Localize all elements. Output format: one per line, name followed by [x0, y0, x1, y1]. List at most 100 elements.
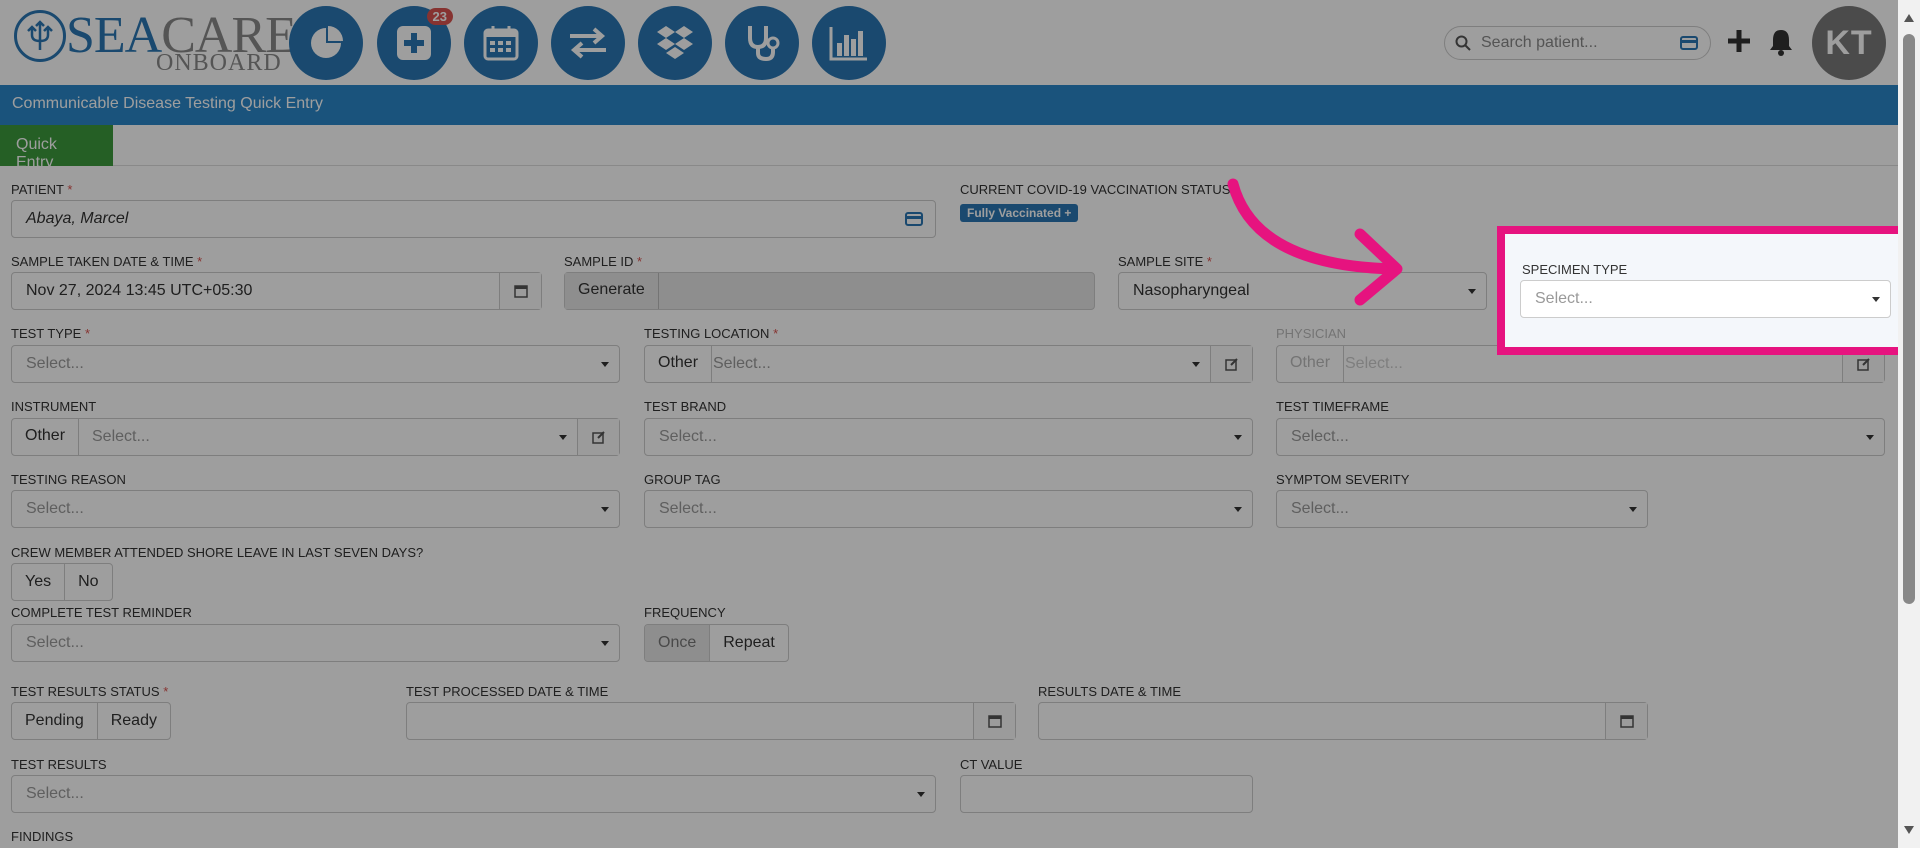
nav-add-button[interactable]: 23: [377, 6, 453, 80]
chevron-down-icon: [1468, 289, 1476, 294]
testing-reason-label: TESTING REASON: [11, 472, 126, 487]
plus-icon[interactable]: [1726, 28, 1752, 54]
test-results-label: TEST RESULTS: [11, 757, 107, 772]
symptom-severity-select[interactable]: Select...: [1276, 490, 1648, 528]
sample-datetime-input[interactable]: Nov 27, 2024 13:45 UTC+05:30: [11, 272, 542, 310]
select-placeholder: Select...: [26, 500, 84, 517]
processed-datetime-label: TEST PROCESSED DATE & TIME: [406, 684, 609, 699]
test-reminder-select[interactable]: Select...: [11, 624, 620, 662]
other-button[interactable]: Other: [645, 346, 713, 382]
calendar-icon: [483, 26, 519, 61]
card-icon[interactable]: [905, 212, 923, 226]
bell-icon[interactable]: [1768, 28, 1794, 56]
instrument-field[interactable]: Other Select...: [11, 418, 620, 456]
calendar-picker-button[interactable]: [1605, 703, 1647, 739]
repeat-button[interactable]: Repeat: [710, 625, 788, 661]
chevron-down-icon: [601, 641, 609, 646]
frequency-label: FREQUENCY: [644, 605, 726, 620]
generate-button[interactable]: Generate: [565, 273, 659, 309]
edit-button[interactable]: [1210, 346, 1252, 382]
once-button[interactable]: Once: [645, 625, 711, 661]
other-button[interactable]: Other: [12, 419, 80, 455]
patient-value: Abaya, Marcel: [26, 210, 129, 227]
testing-reason-select[interactable]: Select...: [11, 490, 620, 528]
sample-id-input[interactable]: Generate: [564, 272, 1095, 310]
calendar-icon: [987, 715, 1002, 728]
test-brand-select[interactable]: Select...: [644, 418, 1253, 456]
results-datetime-input[interactable]: [1038, 702, 1648, 740]
sample-site-label: SAMPLE SITE *: [1118, 254, 1212, 269]
no-button[interactable]: No: [65, 564, 111, 600]
test-results-select[interactable]: Select...: [11, 775, 936, 813]
test-type-select[interactable]: Select...: [11, 345, 620, 383]
exchange-icon: [570, 27, 606, 59]
patient-search-input[interactable]: Search patient...: [1444, 26, 1711, 60]
results-status-toggle: Pending Ready: [11, 702, 171, 740]
specimen-type-highlight: SPECIMEN TYPE Select...: [1497, 226, 1910, 355]
nav-reports-button[interactable]: [812, 6, 886, 80]
sample-id-label: SAMPLE ID *: [564, 254, 643, 269]
processed-datetime-input[interactable]: [406, 702, 1016, 740]
seacare-logo[interactable]: SEACARE ONBOARD: [14, 10, 297, 76]
ready-button[interactable]: Ready: [98, 703, 170, 739]
vaccination-status-badge[interactable]: Fully Vaccinated +: [960, 204, 1079, 222]
specimen-type-select[interactable]: Select...: [1520, 280, 1891, 318]
patient-field[interactable]: Abaya, Marcel: [11, 200, 936, 238]
chevron-down-icon: [1234, 435, 1242, 440]
select-placeholder: Select...: [1535, 290, 1593, 307]
user-avatar[interactable]: KT: [1812, 6, 1886, 80]
select-placeholder: Select...: [1291, 428, 1349, 445]
chevron-down-icon: [601, 362, 609, 367]
select-placeholder: Select...: [1291, 500, 1349, 517]
shore-leave-label: CREW MEMBER ATTENDED SHORE LEAVE IN LAST…: [11, 545, 424, 560]
edit-icon: [591, 431, 605, 444]
page-title: Communicable Disease Testing Quick Entry: [0, 85, 1898, 125]
scrollbar-thumb[interactable]: [1903, 34, 1915, 604]
yes-button[interactable]: Yes: [12, 564, 66, 600]
nav-dashboard-button[interactable]: [289, 6, 363, 80]
chevron-down-icon: [1192, 362, 1200, 367]
results-status-label: TEST RESULTS STATUS *: [11, 684, 169, 699]
pointer-arrow-icon: [1227, 178, 1403, 306]
dropbox-icon: [657, 26, 693, 59]
calendar-picker-button[interactable]: [973, 703, 1015, 739]
chevron-down-icon: [559, 435, 567, 440]
group-tag-select[interactable]: Select...: [644, 490, 1253, 528]
select-placeholder: Select...: [659, 500, 717, 517]
edit-button[interactable]: [577, 419, 619, 455]
scroll-up-icon[interactable]: [1904, 14, 1914, 22]
test-timeframe-label: TEST TIMEFRAME: [1276, 399, 1389, 414]
test-type-label: TEST TYPE *: [11, 326, 91, 341]
plus-square-icon: [397, 26, 431, 60]
scroll-down-icon[interactable]: [1904, 826, 1914, 834]
chevron-down-icon: [601, 507, 609, 512]
testing-location-field[interactable]: Other Select...: [644, 345, 1253, 383]
chevron-down-icon: [917, 792, 925, 797]
nav-transfer-button[interactable]: [551, 6, 625, 80]
nav-dropbox-button[interactable]: [638, 6, 712, 80]
nav-calendar-button[interactable]: [464, 6, 538, 80]
select-placeholder: Select...: [713, 355, 771, 372]
specimen-type-label: SPECIMEN TYPE: [1522, 262, 1628, 277]
group-tag-label: GROUP TAG: [644, 472, 721, 487]
findings-label: FINDINGS: [11, 829, 74, 844]
symptom-severity-label: SYMPTOM SEVERITY: [1276, 472, 1410, 487]
trident-icon: [14, 10, 66, 62]
card-icon[interactable]: [1680, 36, 1698, 50]
page-scrollbar[interactable]: [1898, 0, 1920, 848]
search-icon: [1455, 35, 1471, 51]
nav-medical-button[interactable]: [725, 6, 799, 80]
other-button[interactable]: Other: [1277, 346, 1345, 382]
select-placeholder: Select...: [92, 428, 150, 445]
pending-button[interactable]: Pending: [12, 703, 98, 739]
patient-label: PATIENT *: [11, 182, 73, 197]
stethoscope-icon: [748, 26, 780, 62]
shore-leave-toggle: Yes No: [11, 563, 113, 601]
ct-value-label: CT VALUE: [960, 757, 1023, 772]
edit-icon: [1856, 358, 1870, 371]
test-timeframe-select[interactable]: Select...: [1276, 418, 1885, 456]
tab-quick-entry[interactable]: Quick Entry: [0, 125, 113, 171]
testing-location-label: TESTING LOCATION *: [644, 326, 779, 341]
calendar-picker-button[interactable]: [499, 273, 541, 309]
ct-value-input[interactable]: [960, 775, 1253, 813]
